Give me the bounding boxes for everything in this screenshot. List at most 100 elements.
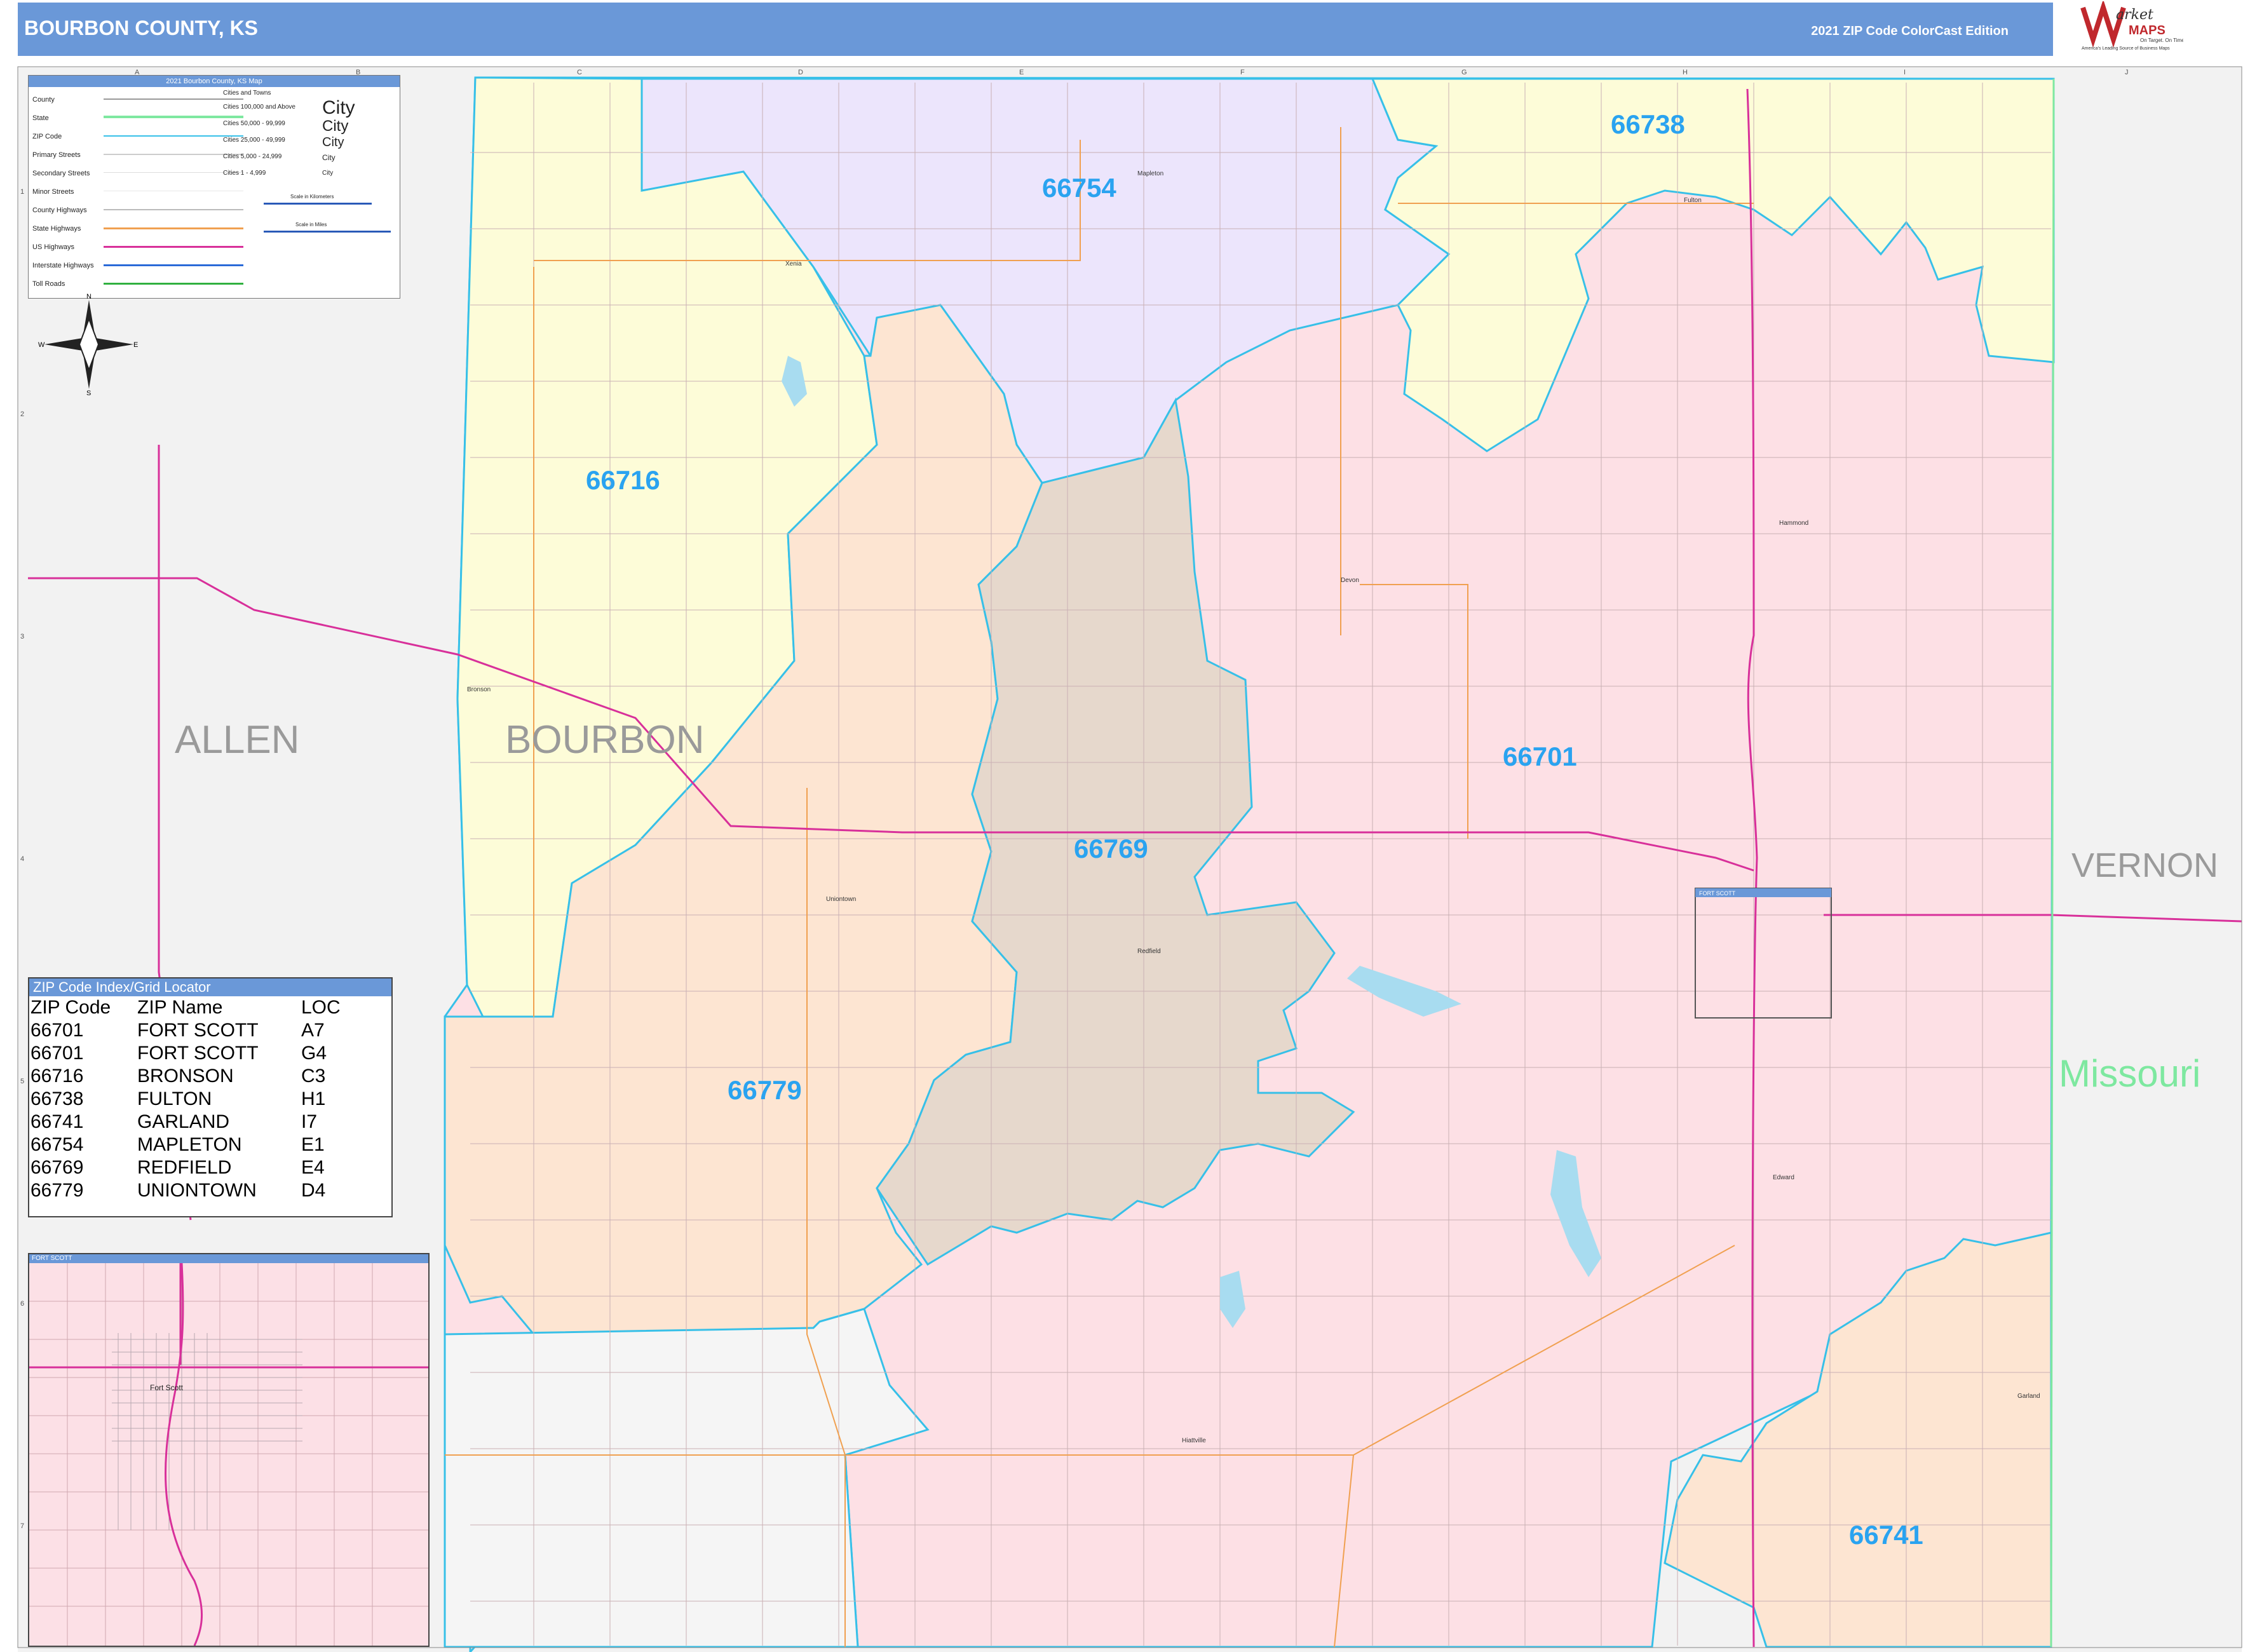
grid-row-1: 1 [20,188,24,196]
zip-name-cell: MAPLETON [137,1134,242,1155]
county-label-vernon: VERNON [2071,846,2218,884]
inset-title: FORT SCOTT [29,1254,428,1263]
town-mapleton: Mapleton [1137,170,1163,177]
zip-loc-cell: E1 [301,1134,325,1155]
table-row: 66701 FORT SCOTT A7 [30,1019,346,1042]
edition-label: 2021 ZIP Code ColorCast Edition [1811,24,2009,38]
town-fulton: Fulton [1684,197,1702,204]
legend-city-sample: City [322,97,355,118]
town-bronson: Bronson [467,686,491,693]
legend-swatch-interstate [104,264,243,266]
legend-swatch-county [104,98,243,100]
zip-loc-cell: H1 [301,1088,326,1109]
grid-col-D: D [798,69,803,76]
legend-swatch-state-hwy [104,227,243,229]
table-row: 66716 BRONSON C3 [30,1065,346,1088]
zip-loc-cell: A7 [301,1020,325,1041]
inset-map-graphic: Fort Scott [29,1263,428,1646]
zip-label-66738: 66738 [1611,109,1685,139]
logo-graphic: arket MAPS On Target. On Time. America's… [2080,0,2186,51]
legend-city-class: Cities 1 - 4,999 [223,170,266,177]
legend-item: Primary Streets [32,151,81,159]
grid-col-C: C [577,69,582,76]
table-row: 66769 REDFIELD E4 [30,1156,346,1179]
grid-col-J: J [2125,69,2129,76]
legend-city-class: Cities 50,000 - 99,999 [223,120,285,127]
grid-col-I: I [1904,69,1906,76]
zip-index-table: ZIP Code ZIP Name LOC 66701 FORT SCOTT A7 … [30,996,346,1202]
legend-city-sample: City [322,135,344,149]
zip-code-cell: 66779 [30,1180,84,1201]
zip-code-index: ZIP Code Index/Grid Locator ZIP Code ZIP… [28,977,393,1217]
zip-code-cell: 66701 [30,1020,84,1041]
legend-cities-title: Cities and Towns [223,90,271,97]
town-hiattville: Hiattville [1182,1437,1206,1444]
zip-code-cell: 66738 [30,1088,84,1109]
logo-subtag: America's Leading Source of Business Map… [2082,46,2170,51]
legend-item: US Highways [32,243,75,251]
zip-name-cell: FORT SCOTT [137,1043,259,1064]
compass-s: S [86,389,91,395]
legend-item: Secondary Streets [32,170,90,177]
market-maps-logo: arket MAPS On Target. On Time. America's… [2077,0,2186,52]
town-devon: Devon [1341,577,1359,584]
legend-item: State [32,114,49,122]
town-redfield: Redfield [1137,948,1161,955]
grid-col-H: H [1683,69,1688,76]
town-hammond: Hammond [1779,520,1808,527]
compass-e: E [133,341,138,349]
zip-label-66769: 66769 [1074,834,1148,863]
scale-km-label: Scale in Kilometers [290,194,334,200]
zip-index-header-row: ZIP Code ZIP Name LOC [30,996,346,1019]
legend-item: Minor Streets [32,188,74,196]
logo-tagline: On Target. On Time. [2140,37,2183,43]
grid-col-G: G [1461,69,1467,76]
scale-km-bar [264,203,372,205]
zip-code-cell: 66701 [30,1043,84,1064]
legend-item: State Highways [32,225,81,233]
grid-row-5: 5 [20,1078,24,1085]
zip-code-cell: 66769 [30,1157,84,1178]
legend-item: Toll Roads [32,280,65,288]
compass-icon: N S E W [38,293,138,397]
map-legend: 2021 Bourbon County, KS Map County State… [28,75,400,299]
zip-index-title: ZIP Code Index/Grid Locator [29,978,391,996]
zip-index-header: ZIP Name [137,997,223,1018]
page-title: BOURBON COUNTY, KS [24,17,259,39]
zip-index-header: LOC [301,997,341,1018]
zip-loc-cell: G4 [301,1043,327,1064]
town-garland: Garland [2017,1393,2040,1400]
zip-code-cell: 66754 [30,1134,84,1155]
zip-label-66701: 66701 [1503,741,1577,771]
grid-row-4: 4 [20,855,24,863]
fort-scott-locator-label: FORT SCOTT [1699,890,1736,897]
zip-code-cell: 66741 [30,1111,84,1132]
inset-town-label: Fort Scott [150,1383,184,1392]
grid-row-3: 3 [20,633,24,640]
grid-row-2: 2 [20,410,24,418]
zip-name-cell: GARLAND [137,1111,230,1132]
legend-city-sample: City [322,118,349,135]
legend-city-class: Cities 25,000 - 49,999 [223,137,285,144]
county-label-allen: ALLEN [175,718,299,762]
legend-title: 2021 Bourbon County, KS Map [29,76,400,87]
legend-item: Interstate Highways [32,262,94,269]
zip-label-66779: 66779 [728,1075,802,1105]
town-xenia: Xenia [785,261,802,267]
table-row: 66701 FORT SCOTT G4 [30,1042,346,1065]
table-row: 66741 GARLAND I7 [30,1111,346,1134]
logo-text-2: MAPS [2129,24,2165,37]
legend-item: County Highways [32,207,87,214]
legend-swatch-state [104,116,243,118]
legend-city-class: Cities 5,000 - 24,999 [223,153,282,160]
zip-name-cell: FORT SCOTT [137,1020,259,1041]
legend-swatch-zip [104,135,243,137]
zip-loc-cell: E4 [301,1157,325,1178]
grid-row-7: 7 [20,1522,24,1530]
zip-name-cell: REDFIELD [137,1157,232,1178]
zip-name-cell: FULTON [137,1088,212,1109]
table-row: 66754 MAPLETON E1 [30,1134,346,1156]
legend-swatch-us-hwy [104,246,243,248]
legend-city-sample: City [322,153,335,162]
legend-swatch-county-hwy [104,209,243,210]
